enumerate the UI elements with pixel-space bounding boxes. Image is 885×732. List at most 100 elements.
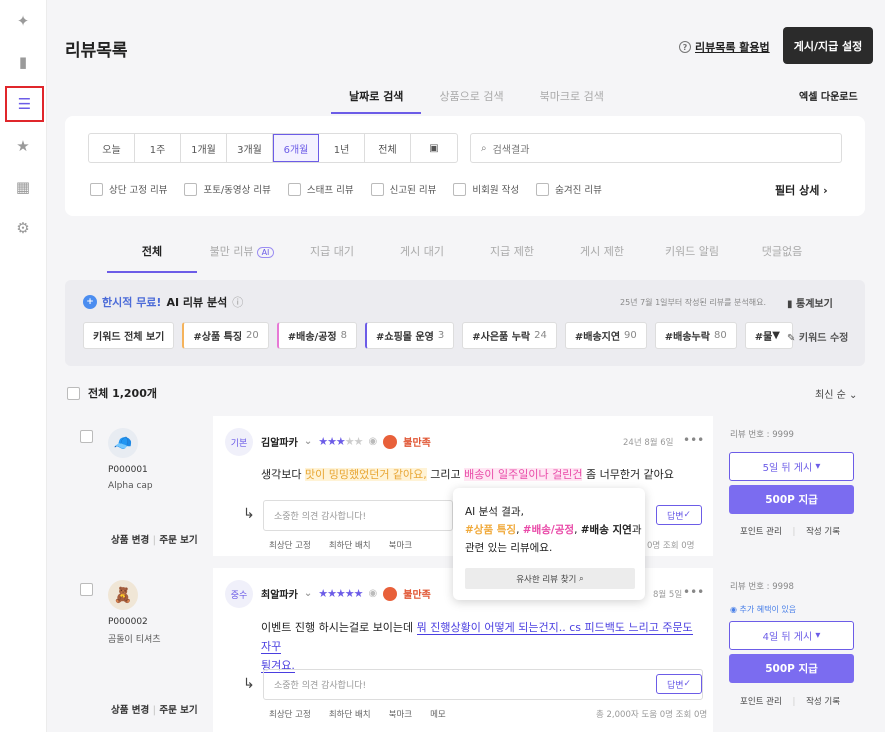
filter-hidden[interactable]: 숨겨진 리뷰 [536,182,602,196]
more-options-icon[interactable]: ••• [683,433,704,447]
keyword-all-chip[interactable]: 키워드 전체 보기 [83,322,175,349]
pay-points-button[interactable]: 500P 지급 [729,654,854,683]
filter-label: 비회원 작성 [472,185,520,196]
pay-points-button[interactable]: 500P 지급 [729,485,854,514]
checkbox[interactable] [184,182,198,196]
tab-complaint[interactable]: 불만 리뷰 AI [197,243,287,273]
filter-staff[interactable]: 스태프 리뷰 [287,182,354,196]
reply-input[interactable]: 소중한 의견 감사합니다! [263,500,453,531]
pin-top-action[interactable]: 최상단 고정 [269,708,311,720]
filter-reported[interactable]: 신고된 리뷰 [370,182,436,196]
change-product-link[interactable]: 상품 변경 [111,535,149,546]
pin-bottom-action[interactable]: 최하단 배치 [329,539,371,551]
point-manage-link[interactable]: 포인트 관리 [740,697,782,707]
period-all[interactable]: 전체 [365,134,411,162]
sparkle-icon[interactable]: ✦ [8,6,38,36]
reply-button[interactable]: 답변 ✓ [656,505,702,525]
memo-action[interactable]: 메모 [430,708,446,720]
find-similar-button[interactable]: 유사한 리뷰 찾기 ⌕ [465,568,635,589]
guide-link[interactable]: ? 리뷰목록 활용법 [679,39,770,55]
product-thumbnail[interactable]: 🧸 [108,580,138,610]
reply-input[interactable]: 소중한 의견 감사합니다! [263,669,703,700]
author-name[interactable]: 최알파카 [261,586,298,601]
settle-settings-button[interactable]: 게시/지급 설정 [783,27,873,64]
keyword-chip[interactable]: #쇼핑몰 운영 3 [365,322,455,349]
filter-guest[interactable]: 비회원 작성 [453,182,519,196]
history-link[interactable]: 작성 기록 [806,697,840,707]
info-icon[interactable]: ⓘ [232,294,243,310]
checkbox[interactable] [536,182,550,196]
chevron-down-icon[interactable]: ⌄ [304,588,312,599]
star-icon[interactable]: ★ [8,131,38,161]
keyword-chip[interactable]: #사은품 누락 24 [462,322,557,349]
list-icon[interactable]: ☰ [5,86,44,122]
filter-card: 오늘 1주 1개월 3개월 6개월 1년 전체 ▣ ⌕ 검색결과 상단 고정 리… [65,116,865,216]
filter-photo[interactable]: 포토/동영상 리뷰 [184,182,271,196]
tab-post-pending[interactable]: 게시 대기 [377,243,467,273]
dashboard-icon[interactable]: ▦ [8,172,38,202]
product-thumbnail[interactable]: 🧢 [108,428,138,458]
keyword-chip[interactable]: #배송누락 80 [654,322,737,349]
keyword-chip[interactable]: #배송지연 90 [564,322,647,349]
tab-pay-restricted[interactable]: 지급 제한 [467,243,557,273]
stats-link[interactable]: ▮ 통계보기 [787,295,833,310]
pin-bottom-action[interactable]: 최하단 배치 [329,708,371,720]
post-schedule-dropdown[interactable]: 4일 뒤 게시 ▾ [729,621,854,650]
point-manage-link[interactable]: 포인트 관리 [740,527,782,537]
filter-pinned[interactable]: 상단 고정 리뷰 [90,182,167,196]
calendar-icon[interactable]: ▣ [411,134,457,162]
tab-bookmark-search[interactable]: 북마크로 검색 [522,80,622,114]
rating-stars: ★★★★★ [318,587,363,600]
bar-chart-icon[interactable]: ▮ [8,47,38,77]
reply-button[interactable]: 답변 ✓ [656,674,702,694]
search-input[interactable]: ⌕ 검색결과 [470,133,842,163]
sort-dropdown[interactable]: 최신 순 ⌄ [815,386,857,401]
tab-pay-pending[interactable]: 지급 대기 [287,243,377,273]
history-link[interactable]: 작성 기록 [806,527,840,537]
review-checkbox[interactable] [80,583,93,596]
checkbox[interactable] [453,182,467,196]
checkbox[interactable] [90,182,103,196]
period-today[interactable]: 오늘 [89,134,135,162]
tab-keyword-alert[interactable]: 키워드 알림 [647,243,737,273]
author-name[interactable]: 김알파카 [261,434,298,449]
gear-icon[interactable]: ⚙ [8,213,38,243]
post-schedule-dropdown[interactable]: 5일 뒤 게시 ▾ [729,452,854,481]
checkbox[interactable] [287,182,301,196]
tab-date-search[interactable]: 날짜로 검색 [331,80,422,114]
search-placeholder: 검색결과 [492,144,530,156]
select-all-row: 전체 1,200개 [67,385,157,401]
keyword-edit-link[interactable]: ✎ 키워드 수정 [787,329,848,344]
period-1week[interactable]: 1주 [135,134,181,162]
bookmark-action[interactable]: 북마크 [389,539,412,551]
filter-detail-link[interactable]: 필터 상세 › [775,182,828,198]
excel-download-link[interactable]: 엑셀 다운로드 [799,88,858,103]
pin-top-action[interactable]: 최상단 고정 [269,539,311,551]
bookmark-action[interactable]: 북마크 [389,708,412,720]
period-6month[interactable]: 6개월 [273,134,319,162]
select-all-checkbox[interactable] [67,386,80,400]
tab-post-restricted[interactable]: 게시 제한 [557,243,647,273]
period-1month[interactable]: 1개월 [181,134,227,162]
tab-product-search[interactable]: 상품으로 검색 [421,80,521,114]
keyword-count: 3 [437,330,445,341]
review-actions: 최상단 고정 최하단 배치 북마크 [269,539,412,551]
search-mode-tabs: 날짜로 검색 상품으로 검색 북마크로 검색 [331,80,622,114]
view-order-link[interactable]: 주문 보기 [159,535,197,546]
keyword-chip[interactable]: #상품 특징 20 [182,322,269,349]
tab-no-reply[interactable]: 댓글없음 [737,243,827,273]
more-options-icon[interactable]: ••• [683,585,704,599]
review-checkbox[interactable] [80,430,93,443]
keyword-chip-more[interactable]: #물 ▼ [744,322,793,349]
checkbox[interactable] [370,182,384,196]
guide-label: 리뷰목록 활용법 [695,41,770,54]
tab-all[interactable]: 전체 [107,243,197,273]
keyword-count: 24 [534,330,547,341]
view-order-link[interactable]: 주문 보기 [159,705,197,716]
period-1year[interactable]: 1년 [319,134,365,162]
chevron-down-icon[interactable]: ⌄ [304,436,312,447]
keyword-chip[interactable]: #배송/공정 8 [276,322,357,349]
keyword-label: #상품 특징 [193,332,243,343]
change-product-link[interactable]: 상품 변경 [111,705,149,716]
period-3month[interactable]: 3개월 [227,134,273,162]
